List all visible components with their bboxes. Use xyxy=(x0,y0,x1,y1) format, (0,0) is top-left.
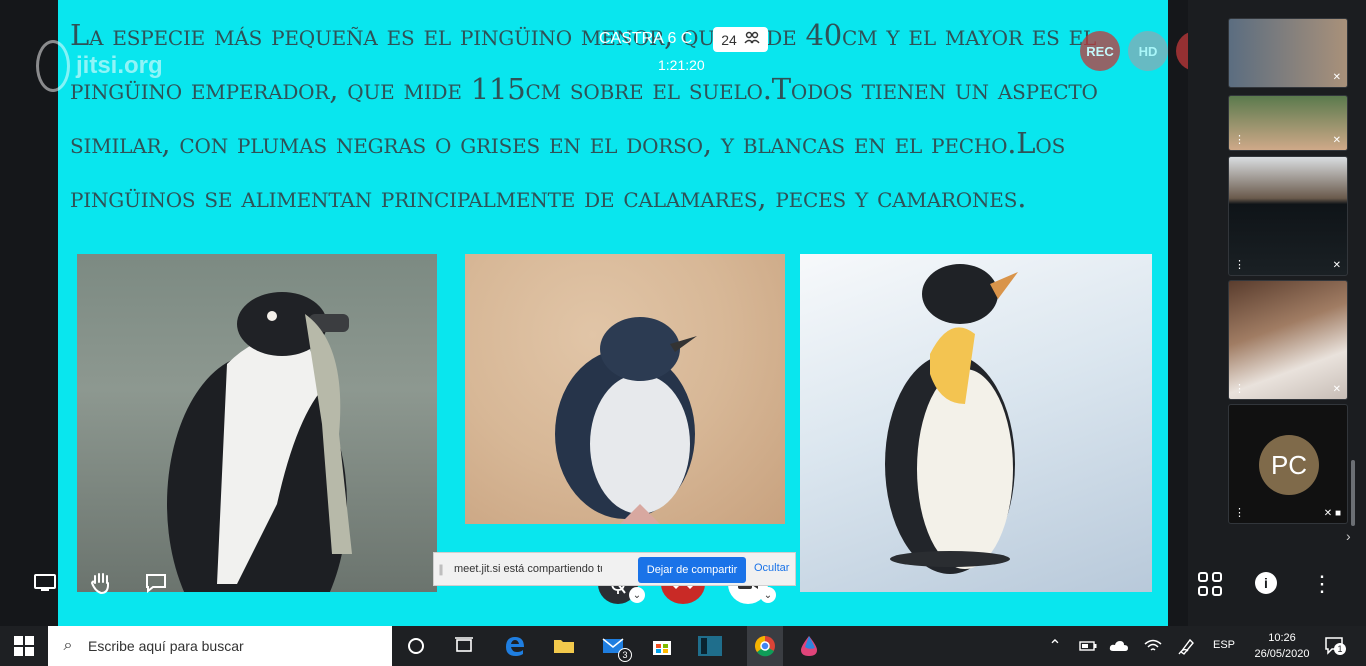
mail-icon[interactable]: 3 xyxy=(600,634,632,662)
taskbar: ⌕ Escribe aquí para buscar 3 ⌃ ESP 10:26… xyxy=(0,626,1366,666)
participant-tile[interactable]: ✕ xyxy=(1228,18,1348,88)
clock-time: 10:26 xyxy=(1268,632,1296,644)
mic-muted-icon: ✕ xyxy=(1332,384,1341,395)
jitsi-watermark: jitsi.org xyxy=(36,40,163,92)
raise-hand-button[interactable] xyxy=(88,570,114,596)
taskbar-search-placeholder: Escribe aquí para buscar xyxy=(88,638,244,654)
tile-view-button[interactable] xyxy=(1196,570,1224,598)
desktop-icon xyxy=(34,574,56,591)
app-window-icon[interactable] xyxy=(697,634,723,658)
shared-screen: La especie más pequeña es el pingüino me… xyxy=(58,0,1168,626)
participant-tile[interactable]: PC ⋮ ✕ ■ xyxy=(1228,404,1348,524)
participant-tile[interactable]: ⋮ ✕ xyxy=(1228,156,1348,276)
right-strip xyxy=(1168,0,1188,626)
video-quality-badge[interactable]: HD xyxy=(1128,31,1168,71)
file-explorer-icon[interactable] xyxy=(551,634,577,658)
clock-date: 26/05/2020 xyxy=(1254,648,1310,660)
hand-icon xyxy=(90,573,109,595)
meeting-stage: La especie más pequeña es el pingüino me… xyxy=(0,0,1366,626)
clock[interactable]: 10:26 26/05/2020 xyxy=(1250,630,1314,662)
wifi-icon[interactable] xyxy=(1140,634,1166,658)
tile-menu-icon[interactable]: ⋮ xyxy=(1234,133,1245,146)
pen-icon[interactable] xyxy=(1174,634,1200,658)
participant-tile[interactable]: ⋮ ✕ xyxy=(1228,280,1348,400)
store-icon[interactable] xyxy=(649,634,675,658)
search-icon: ⌕ xyxy=(63,637,73,654)
tile-menu-icon[interactable]: ⋮ xyxy=(1234,382,1245,395)
notification-count: 1 xyxy=(1334,643,1346,655)
humboldt-penguin-photo xyxy=(77,254,437,592)
chevron-down-icon[interactable]: ⌄ xyxy=(760,587,776,603)
taskbar-search-box[interactable]: ⌕ Escribe aquí para buscar xyxy=(48,626,392,666)
little-penguin-photo xyxy=(465,254,785,524)
share-notice-text: meet.jit.si está compartiendo tu pantall… xyxy=(454,563,602,575)
participants-count: 24 xyxy=(721,31,737,48)
mic-muted-icon: ✕ xyxy=(1332,72,1341,83)
meeting-timer: 1:21:20 xyxy=(658,57,705,73)
emperor-penguin-photo xyxy=(800,254,1152,592)
tile-menu-icon[interactable]: ⋮ xyxy=(1234,258,1245,271)
participants-icon xyxy=(744,31,760,48)
hide-notice-button[interactable]: Ocultar xyxy=(754,562,789,574)
participants-count-badge[interactable]: 24 xyxy=(713,27,768,52)
tile-menu-icon[interactable]: ⋮ xyxy=(1234,506,1245,519)
mic-muted-icon: ✕ xyxy=(1332,135,1341,146)
onedrive-icon[interactable] xyxy=(1106,634,1132,658)
task-view-icon[interactable] xyxy=(451,634,477,658)
video-muted-icon: ✕ ■ xyxy=(1323,508,1341,519)
chat-button[interactable] xyxy=(143,570,169,596)
filmstrip: ✕ ⋮ ✕ ⋮ ✕ ⋮ ✕ PC ⋮ ✕ ■ xyxy=(1188,0,1366,626)
cortana-icon[interactable] xyxy=(403,634,429,658)
mail-badge: 3 xyxy=(618,648,632,662)
share-screen-button[interactable] xyxy=(30,570,60,596)
chrome-icon[interactable] xyxy=(747,626,783,666)
filmstrip-scrollbar[interactable] xyxy=(1351,460,1355,526)
left-strip xyxy=(0,0,58,626)
edge-icon[interactable] xyxy=(502,634,528,658)
avatar: PC xyxy=(1259,435,1319,495)
recording-badge: REC xyxy=(1080,31,1120,71)
paint-icon[interactable] xyxy=(796,634,822,658)
language-indicator[interactable]: ESP xyxy=(1213,639,1235,651)
mic-muted-icon: ✕ xyxy=(1332,260,1341,271)
battery-icon[interactable] xyxy=(1075,634,1101,658)
meeting-title: CASTRA 6 C xyxy=(599,30,693,47)
jitsi-logo-icon xyxy=(36,40,70,92)
more-icon[interactable]: ⋮ xyxy=(1311,570,1333,598)
participant-tile[interactable]: ⋮ ✕ xyxy=(1228,95,1348,151)
jitsi-watermark-text: jitsi.org xyxy=(76,52,163,79)
chevron-right-icon[interactable]: › xyxy=(1346,528,1351,544)
info-icon[interactable]: i xyxy=(1255,572,1277,594)
chevron-up-icon[interactable]: ⌃ xyxy=(1042,634,1068,658)
notifications-icon[interactable]: 1 xyxy=(1324,636,1346,661)
chat-icon xyxy=(146,574,166,593)
screen-share-notice: ∥ meet.jit.si está compartiendo tu panta… xyxy=(433,552,796,586)
windows-start-icon[interactable] xyxy=(14,636,34,656)
tile-view-icon xyxy=(1198,572,1222,596)
stop-sharing-button[interactable]: Dejar de compartir xyxy=(638,557,746,583)
chevron-down-icon[interactable]: ⌄ xyxy=(629,587,645,603)
drag-handle-icon[interactable]: ∥ xyxy=(434,563,448,576)
